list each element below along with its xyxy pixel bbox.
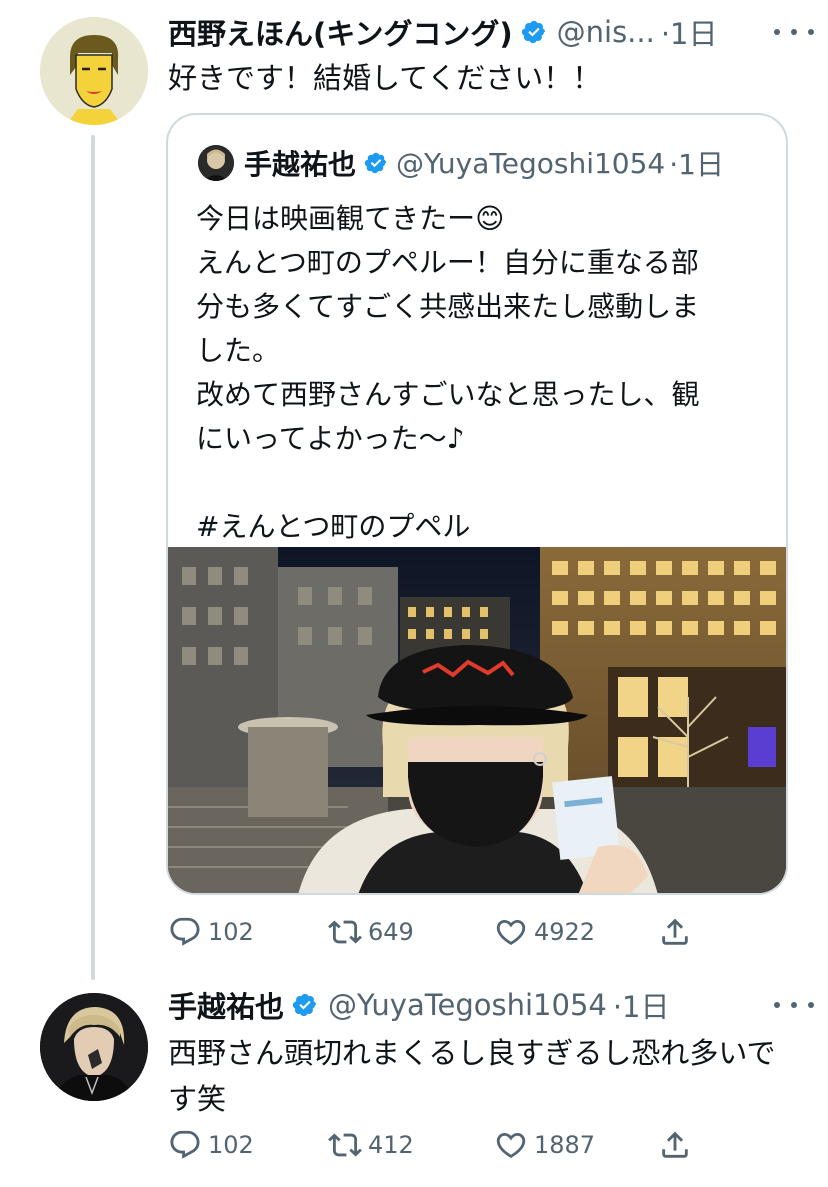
like-count: 1887 xyxy=(534,1131,596,1159)
reply-icon xyxy=(170,917,200,946)
quoted-tweet-header: 手越祐也 @YuyaTegoshi1054 ·1日 xyxy=(198,145,724,181)
quoted-display-name: 手越祐也 xyxy=(244,148,357,181)
quoted-tweet-text: 今日は映画観てきたー😊 えんとつ町のプペルー！自分に重なる部 分も多くてすごく共… xyxy=(196,202,700,543)
thread-line xyxy=(91,135,95,980)
retweet-count: 412 xyxy=(368,1131,414,1159)
user-handle[interactable]: @nis... xyxy=(557,15,655,49)
more-icon[interactable] xyxy=(774,997,814,1013)
like-button[interactable]: 4922 xyxy=(494,915,595,949)
share-button[interactable] xyxy=(658,1128,698,1162)
retweet-icon xyxy=(328,1133,362,1157)
display-name[interactable]: 手越祐也 xyxy=(168,985,284,1025)
verified-icon xyxy=(521,20,545,44)
reply-count: 102 xyxy=(208,1131,254,1159)
timestamp[interactable]: ·1日 xyxy=(613,985,670,1025)
tweet-text: 好きです！結婚してください！！ xyxy=(168,61,602,95)
tweet[interactable]: 手越祐也 @YuyaTegoshi1054 ·1日 西野さん頭切れまくるし良すぎ… xyxy=(0,975,828,1187)
retweet-count: 649 xyxy=(368,918,414,946)
display-name[interactable]: 西野えほん(キングコング) xyxy=(168,12,513,52)
reply-icon xyxy=(170,1130,200,1159)
like-button[interactable]: 1887 xyxy=(494,1128,595,1162)
tweet[interactable]: 西野えほん(キングコング) @nis... ·1日 好きです！結婚してください！… xyxy=(0,0,828,980)
tweet-header: 手越祐也 @YuyaTegoshi1054 ·1日 xyxy=(168,985,782,1025)
retweet-icon xyxy=(328,920,362,944)
quoted-user-handle: @YuyaTegoshi1054 xyxy=(396,146,666,180)
verified-icon xyxy=(364,152,387,174)
reply-button[interactable]: 102 xyxy=(168,915,254,949)
verified-icon xyxy=(292,993,317,1017)
tweet-actions: 102 412 1887 xyxy=(168,1125,788,1165)
retweet-button[interactable]: 412 xyxy=(328,1128,414,1162)
tweet-text: 西野さん頭切れまくるし良すぎるし恐れ多いです笑 xyxy=(168,1036,776,1116)
reply-button[interactable]: 102 xyxy=(168,1128,254,1162)
retweet-button[interactable]: 649 xyxy=(328,915,414,949)
reply-count: 102 xyxy=(208,918,254,946)
quoted-avatar xyxy=(198,145,234,181)
like-icon xyxy=(496,1132,526,1158)
avatar[interactable] xyxy=(40,17,148,125)
share-button[interactable] xyxy=(658,915,698,949)
like-count: 4922 xyxy=(534,918,596,946)
quoted-photo[interactable] xyxy=(168,547,788,895)
like-icon xyxy=(496,919,526,945)
share-icon xyxy=(662,918,688,945)
avatar[interactable] xyxy=(40,993,148,1101)
tweet-actions: 102 649 4922 xyxy=(168,912,788,952)
more-icon[interactable] xyxy=(774,24,814,40)
share-icon xyxy=(662,1131,688,1158)
quoted-tweet[interactable]: 手越祐也 @YuyaTegoshi1054 ·1日 今日は映画観てきたー😊 えん… xyxy=(166,113,788,895)
quoted-timestamp: ·1日 xyxy=(669,148,724,181)
user-handle[interactable]: @YuyaTegoshi1054 xyxy=(328,988,607,1022)
tweet-header: 西野えほん(キングコング) @nis... ·1日 xyxy=(168,12,782,52)
timestamp[interactable]: ·1日 xyxy=(661,12,718,52)
